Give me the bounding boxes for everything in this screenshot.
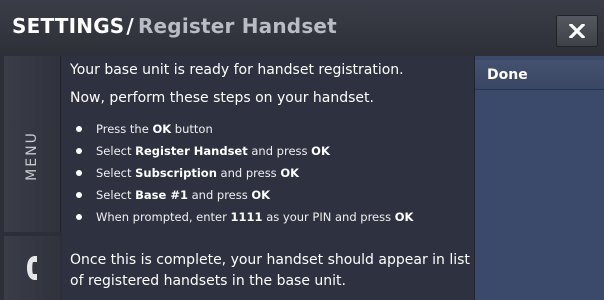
breadcrumb-separator: /	[126, 14, 134, 38]
instructions-panel: Your base unit is ready for handset regi…	[62, 56, 474, 300]
page-title: Register Handset	[137, 14, 337, 38]
bullet	[76, 148, 82, 154]
ready-message: Your base unit is ready for handset regi…	[70, 62, 404, 78]
step-item: Select Subscription and press OK	[70, 162, 413, 184]
step-item: Select Base #1 and press OK	[70, 184, 413, 206]
bullet	[76, 214, 82, 220]
step-key: OK	[311, 144, 330, 158]
device-screen: SETTINGS / Register Handset MENU Your base…	[0, 0, 604, 300]
step-text: and press	[187, 188, 252, 202]
phone-tab[interactable]	[4, 236, 60, 300]
step-item: Press the OK button	[70, 118, 413, 140]
step-text: button	[171, 122, 213, 136]
step-text: Press the	[96, 122, 153, 136]
menu-label: MENU	[24, 131, 40, 181]
step-text: Select	[96, 166, 136, 180]
action-panel: Done	[474, 56, 604, 300]
step-key: OK	[280, 166, 300, 180]
steps-intro: Now, perform these steps on your handset…	[70, 90, 374, 106]
step-item: Select Register Handset and press OK	[70, 140, 413, 162]
side-navigation: MENU	[0, 56, 62, 300]
completion-message: Once this is complete, your handset shou…	[70, 252, 470, 289]
step-key: Subscription	[135, 166, 217, 180]
step-text: as your PIN and press	[262, 210, 395, 224]
close-button[interactable]	[556, 15, 598, 47]
close-icon	[569, 24, 585, 38]
breadcrumb: SETTINGS / Register Handset	[12, 14, 337, 38]
bullet	[76, 170, 82, 176]
step-text: When prompted, enter	[96, 210, 231, 224]
step-item: When prompted, enter 1111 as your PIN an…	[70, 206, 413, 228]
step-text: Select	[96, 144, 136, 158]
menu-tab[interactable]: MENU	[4, 56, 61, 232]
steps-list: Press the OK button Select Register Hand…	[70, 118, 413, 228]
done-button[interactable]: Done	[475, 60, 604, 90]
step-key: 1111	[230, 210, 263, 224]
step-text: Select	[96, 188, 136, 202]
step-text: and press	[247, 144, 312, 158]
phone-handset-icon	[27, 256, 37, 280]
bullet	[76, 192, 82, 198]
step-text: and press	[216, 166, 281, 180]
step-key: Register Handset	[135, 144, 248, 158]
bullet	[76, 126, 82, 132]
step-key: OK	[251, 188, 271, 202]
breadcrumb-settings[interactable]: SETTINGS	[12, 14, 124, 38]
step-key: OK	[394, 210, 414, 224]
step-key: Base #1	[135, 188, 188, 202]
step-key: OK	[152, 122, 172, 136]
title-bar: SETTINGS / Register Handset	[0, 0, 604, 57]
